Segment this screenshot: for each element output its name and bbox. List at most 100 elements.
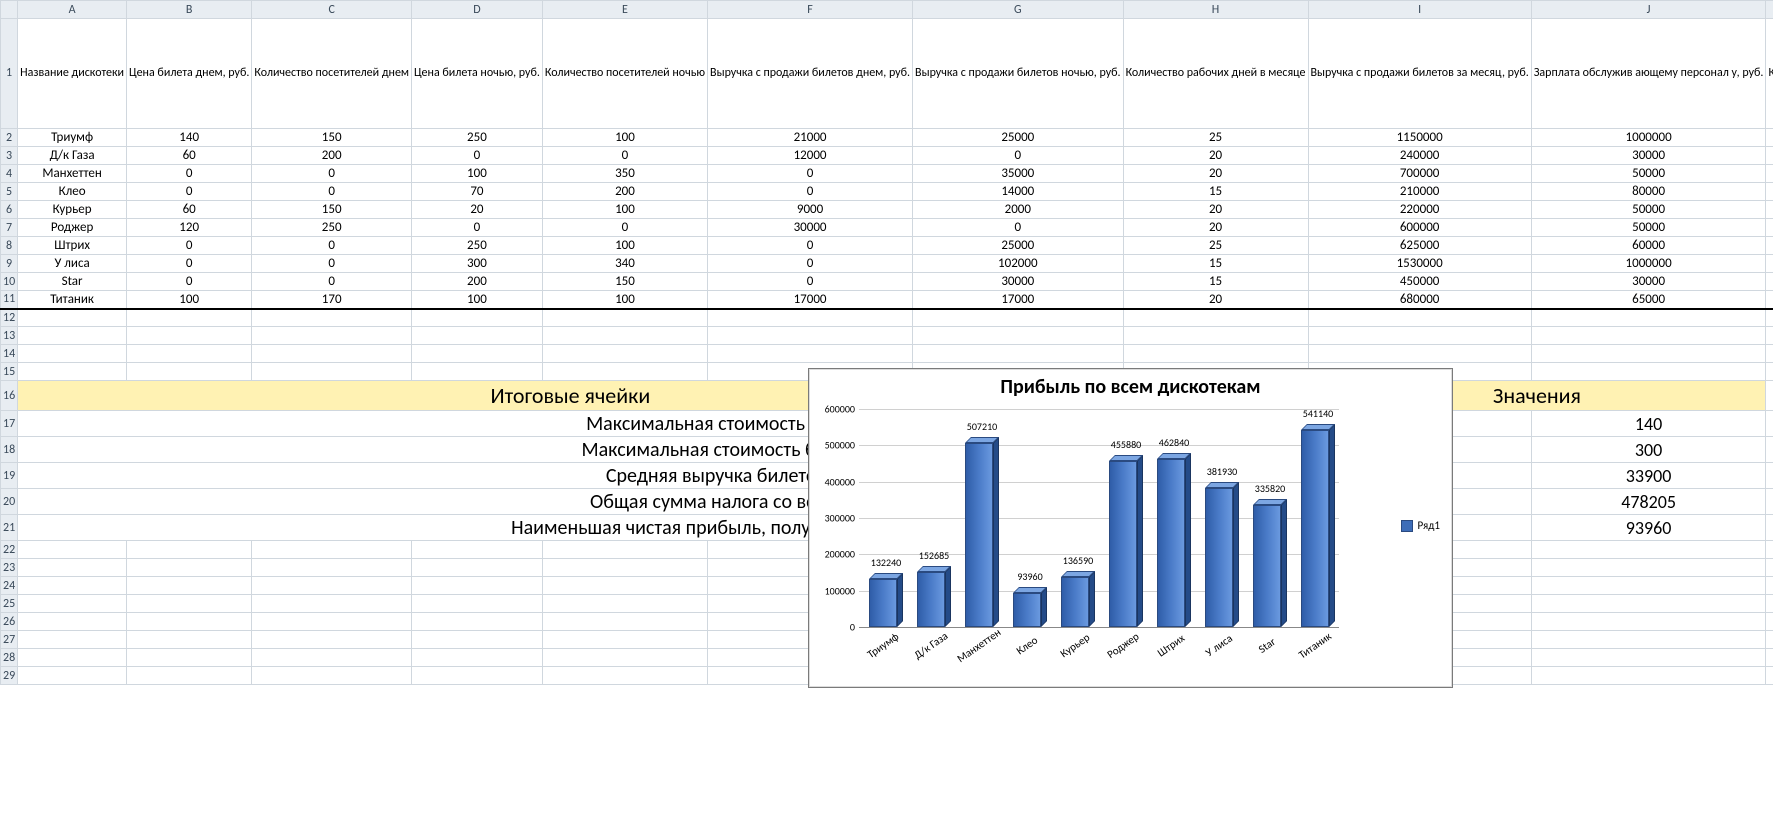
cell-23-J[interactable] <box>1531 559 1766 577</box>
cell-18-K[interactable] <box>1766 437 1773 463</box>
cell-12-G[interactable] <box>913 309 1124 327</box>
cell-27-E[interactable] <box>542 631 707 649</box>
col-header-A[interactable]: A <box>18 1 127 19</box>
cell-6-A[interactable]: Курьер <box>18 201 127 219</box>
row-header-1[interactable]: 1 <box>1 19 18 129</box>
cell-24-B[interactable] <box>127 577 252 595</box>
cell-6-J[interactable]: 50000 <box>1531 201 1766 219</box>
row-header-2[interactable]: 2 <box>1 129 18 147</box>
cell-29-A[interactable] <box>18 667 127 685</box>
cell-7-A[interactable]: Роджер <box>18 219 127 237</box>
row-header-13[interactable]: 13 <box>1 327 18 345</box>
cell-29-K[interactable] <box>1766 667 1773 685</box>
cell-10-J[interactable]: 30000 <box>1531 273 1766 291</box>
cell-12-D[interactable] <box>411 309 542 327</box>
cell-5-F[interactable]: 0 <box>708 183 913 201</box>
cell-3-E[interactable]: 0 <box>542 147 707 165</box>
cell-26-C[interactable] <box>252 613 412 631</box>
cell-22-K[interactable] <box>1766 541 1773 559</box>
cell-14-I[interactable] <box>1308 345 1531 363</box>
row-header-22[interactable]: 22 <box>1 541 18 559</box>
cell-14-C[interactable] <box>252 345 412 363</box>
row-header-23[interactable]: 23 <box>1 559 18 577</box>
chart-bar[interactable] <box>1301 430 1329 627</box>
cell-2-J[interactable]: 1000000 <box>1531 129 1766 147</box>
cell-26-J[interactable] <box>1531 613 1766 631</box>
cell-9-C[interactable]: 0 <box>252 255 412 273</box>
cell-5-E[interactable]: 200 <box>542 183 707 201</box>
cell-2-D[interactable]: 250 <box>411 129 542 147</box>
cell-26-B[interactable] <box>127 613 252 631</box>
cell-5-A[interactable]: Клео <box>18 183 127 201</box>
cell-3-K[interactable]: 8 <box>1766 147 1773 165</box>
cell-20-K[interactable] <box>1766 489 1773 515</box>
cell-25-A[interactable] <box>18 595 127 613</box>
row-header-16[interactable]: 16 <box>1 381 18 411</box>
cell-22-J[interactable] <box>1531 541 1766 559</box>
cell-2-I[interactable]: 1150000 <box>1308 129 1531 147</box>
cell-13-C[interactable] <box>252 327 412 345</box>
cell-13-H[interactable] <box>1123 327 1308 345</box>
cell-22-D[interactable] <box>411 541 542 559</box>
cell-4-C[interactable]: 0 <box>252 165 412 183</box>
cell-25-J[interactable] <box>1531 595 1766 613</box>
cell-2-C[interactable]: 150 <box>252 129 412 147</box>
cell-12-F[interactable] <box>708 309 913 327</box>
cell-11-E[interactable]: 100 <box>542 291 707 309</box>
cell-8-G[interactable]: 25000 <box>913 237 1124 255</box>
cell-27-J[interactable] <box>1531 631 1766 649</box>
cell-29-E[interactable] <box>542 667 707 685</box>
cell-28-B[interactable] <box>127 649 252 667</box>
col-header-I[interactable]: I <box>1308 1 1531 19</box>
cell-10-G[interactable]: 30000 <box>913 273 1124 291</box>
cell-11-H[interactable]: 20 <box>1123 291 1308 309</box>
summary-value[interactable]: 33900 <box>1531 463 1766 489</box>
cell-4-H[interactable]: 20 <box>1123 165 1308 183</box>
cell-10-K[interactable]: 12 <box>1766 273 1773 291</box>
cell-27-C[interactable] <box>252 631 412 649</box>
cell-13-F[interactable] <box>708 327 913 345</box>
cell-3-I[interactable]: 240000 <box>1308 147 1531 165</box>
summary-value[interactable]: 478205 <box>1531 489 1766 515</box>
chart-profit-all-discos[interactable]: Прибыль по всем дискотекам 0100000200000… <box>808 368 1453 688</box>
row-header-9[interactable]: 9 <box>1 255 18 273</box>
cell-15-D[interactable] <box>411 363 542 381</box>
cell-11-C[interactable]: 170 <box>252 291 412 309</box>
cell-23-B[interactable] <box>127 559 252 577</box>
cell-12-B[interactable] <box>127 309 252 327</box>
cell-13-G[interactable] <box>913 327 1124 345</box>
cell-12-C[interactable] <box>252 309 412 327</box>
cell-6-C[interactable]: 150 <box>252 201 412 219</box>
cell-11-A[interactable]: Титаник <box>18 291 127 309</box>
cell-9-I[interactable]: 1530000 <box>1308 255 1531 273</box>
cell-5-C[interactable]: 0 <box>252 183 412 201</box>
cell-2-E[interactable]: 100 <box>542 129 707 147</box>
cell-22-C[interactable] <box>252 541 412 559</box>
cell-26-E[interactable] <box>542 613 707 631</box>
row-header-12[interactable]: 12 <box>1 309 18 327</box>
cell-7-K[interactable]: 9 <box>1766 219 1773 237</box>
row-header-5[interactable]: 5 <box>1 183 18 201</box>
cell-8-J[interactable]: 60000 <box>1531 237 1766 255</box>
cell-10-H[interactable]: 15 <box>1123 273 1308 291</box>
cell-14-E[interactable] <box>542 345 707 363</box>
cell-8-C[interactable]: 0 <box>252 237 412 255</box>
cell-24-D[interactable] <box>411 577 542 595</box>
cell-11-B[interactable]: 100 <box>127 291 252 309</box>
cell-11-F[interactable]: 17000 <box>708 291 913 309</box>
cell-3-B[interactable]: 60 <box>127 147 252 165</box>
cell-8-I[interactable]: 625000 <box>1308 237 1531 255</box>
cell-4-A[interactable]: Манхеттен <box>18 165 127 183</box>
cell-5-I[interactable]: 210000 <box>1308 183 1531 201</box>
row-header-25[interactable]: 25 <box>1 595 18 613</box>
cell-6-G[interactable]: 2000 <box>913 201 1124 219</box>
cell-5-K[interactable]: 8 <box>1766 183 1773 201</box>
cell-12-E[interactable] <box>542 309 707 327</box>
col-header-F[interactable]: F <box>708 1 913 19</box>
cell-15-J[interactable] <box>1531 363 1766 381</box>
cell-27-D[interactable] <box>411 631 542 649</box>
chart-bar[interactable] <box>1157 459 1185 627</box>
cell-9-G[interactable]: 102000 <box>913 255 1124 273</box>
cell-28-E[interactable] <box>542 649 707 667</box>
cell-9-F[interactable]: 0 <box>708 255 913 273</box>
